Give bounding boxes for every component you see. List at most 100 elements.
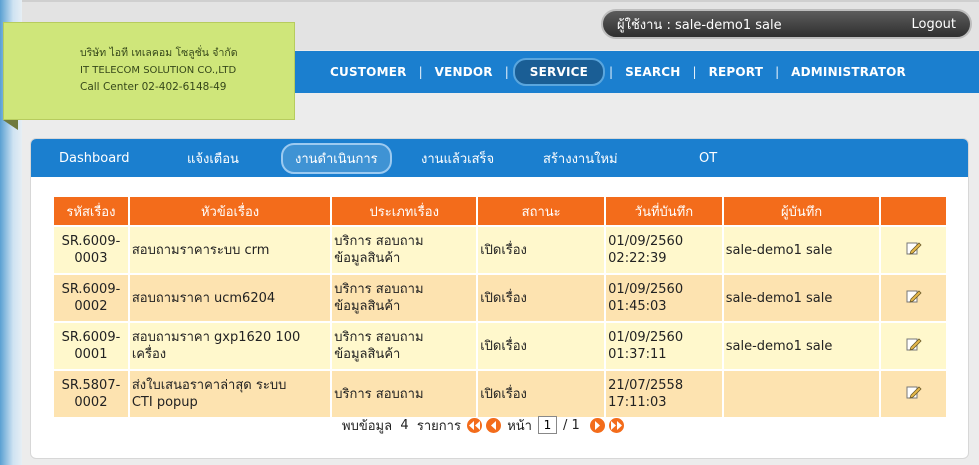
- cell-subject: ส่งใบเสนอราคาล่าสุด ระบบ CTI popup: [129, 371, 331, 417]
- col-header-subject[interactable]: หัวข้อเรื่อง: [129, 197, 331, 225]
- page-label: หน้า: [507, 418, 532, 434]
- tab-in-progress[interactable]: งานดำเนินการ: [281, 139, 392, 177]
- next-page-icon[interactable]: [590, 417, 606, 433]
- nav-item-administrator[interactable]: ADMINISTRATOR: [779, 65, 918, 79]
- cell-type: บริการ สอบถาม ข้อมูลสินค้า: [332, 275, 477, 321]
- col-header-recorder[interactable]: ผู้บันทึก: [723, 197, 880, 225]
- user-label: ผู้ใช้งาน : sale-demo1 sale: [617, 17, 782, 33]
- cell-recorder: sale-demo1 sale: [723, 227, 880, 273]
- tab-dashboard[interactable]: Dashboard: [59, 139, 130, 177]
- code-line: SR.6009-: [61, 234, 121, 249]
- code-line: SR.6009-: [61, 330, 121, 345]
- type-line: บริการ สอบถาม: [334, 234, 424, 249]
- time-line: 01:37:11: [608, 347, 667, 362]
- date-line: 01/09/2560: [608, 330, 684, 345]
- found-label: พบข้อมูล: [342, 418, 393, 434]
- code-line: 0002: [74, 395, 108, 410]
- user-bar: ผู้ใช้งาน : sale-demo1 sale Logout: [601, 9, 972, 39]
- subject-line: สอบถามราคา gxp1620 100: [131, 330, 301, 345]
- type-line: ข้อมูลสินค้า: [334, 251, 401, 266]
- logout-button[interactable]: Logout: [911, 17, 956, 32]
- cell-subject: สอบถามราคาระบบ crm: [129, 227, 331, 273]
- code-line: SR.5807-: [61, 378, 121, 393]
- tab-ot[interactable]: OT: [699, 139, 717, 177]
- time-line: 17:11:03: [608, 395, 667, 410]
- table-row: SR.6009- 0002 สอบถามราคา ucm6204 บริการ ส…: [54, 275, 946, 321]
- col-header-date[interactable]: วันที่บันทึก: [606, 197, 722, 225]
- cell-edit[interactable]: [881, 371, 946, 417]
- table-row: SR.6009- 0003 สอบถามราคาระบบ crm บริการ ส…: [54, 227, 946, 273]
- col-header-status[interactable]: สถานะ: [478, 197, 605, 225]
- service-panel: Dashboard แจ้งเตือน งานดำเนินการ งานแล้ว…: [30, 138, 969, 459]
- pagination: พบข้อมูล 4 รายการ หน้า / 1: [342, 415, 626, 435]
- cell-subject: สอบถามราคา ucm6204: [129, 275, 331, 321]
- cell-recorder: sale-demo1 sale: [723, 323, 880, 369]
- time-line: 02:22:39: [608, 251, 667, 266]
- cell-code: SR.6009- 0002: [54, 275, 128, 321]
- nav-item-search[interactable]: SEARCH: [613, 65, 692, 79]
- edit-icon[interactable]: [906, 385, 922, 399]
- cell-status: เปิดเรื่อง: [478, 275, 605, 321]
- table-row: SR.6009- 0001 สอบถามราคา gxp1620 100 เครื่…: [54, 323, 946, 369]
- col-header-type[interactable]: ประเภทเรื่อง: [332, 197, 477, 225]
- nav-item-service[interactable]: SERVICE: [512, 58, 606, 86]
- first-page-icon[interactable]: [467, 417, 483, 433]
- found-count: 4: [400, 417, 409, 433]
- prev-page-icon[interactable]: [486, 417, 502, 433]
- last-page-icon[interactable]: [609, 417, 625, 433]
- company-name-th: บริษัท ไอที เทเลคอม โซลูชั่น จำกัด: [80, 47, 238, 59]
- tab-label: แจ้งเตือน: [187, 151, 239, 167]
- cell-date: 01/09/2560 02:22:39: [606, 227, 722, 273]
- code-line: 0001: [74, 347, 108, 362]
- service-table: รหัสเรื่อง หัวข้อเรื่อง ประเภทเรื่อง สถา…: [52, 195, 948, 419]
- code-line: 0002: [74, 299, 108, 314]
- cell-date: 01/09/2560 01:37:11: [606, 323, 722, 369]
- table-row: SR.5807- 0002 ส่งใบเสนอราคาล่าสุด ระบบ CTI…: [54, 371, 946, 417]
- edit-icon[interactable]: [906, 337, 922, 351]
- tab-label: สร้างงานใหม่: [543, 151, 618, 167]
- tab-label: งานแล้วเสร็จ: [421, 151, 495, 167]
- tab-label: งานดำเนินการ: [281, 142, 392, 174]
- type-line: บริการ สอบถาม: [334, 330, 424, 345]
- nav-separator: |: [504, 65, 509, 79]
- col-header-code[interactable]: รหัสเรื่อง: [54, 197, 128, 225]
- page-number-input[interactable]: [537, 416, 557, 434]
- cell-edit[interactable]: [881, 227, 946, 273]
- sub-tab-bar: Dashboard แจ้งเตือน งานดำเนินการ งานแล้ว…: [31, 139, 968, 177]
- tab-label: Dashboard: [59, 150, 130, 166]
- tab-completed[interactable]: งานแล้วเสร็จ: [421, 139, 494, 177]
- edit-icon[interactable]: [906, 289, 922, 303]
- subject-line: เครื่อง: [131, 347, 167, 362]
- cell-type: บริการ สอบถาม: [332, 371, 477, 417]
- tab-notifications[interactable]: แจ้งเตือน: [187, 139, 239, 177]
- cell-edit[interactable]: [881, 323, 946, 369]
- code-line: SR.6009-: [61, 282, 121, 297]
- card-fold: [3, 120, 18, 130]
- nav-item-vendor[interactable]: VENDOR: [423, 65, 505, 79]
- main-nav-items: CUSTOMER | VENDOR | SERVICE | SEARCH | R…: [318, 51, 918, 93]
- code-line: 0003: [74, 251, 108, 266]
- type-line: บริการ สอบถาม: [334, 386, 424, 402]
- date-line: 01/09/2560: [608, 282, 684, 297]
- tab-create-new[interactable]: สร้างงานใหม่: [543, 139, 618, 177]
- cell-type: บริการ สอบถามข้อมูลสินค้า: [332, 323, 477, 369]
- cell-status: เปิดเรื่อง: [478, 227, 605, 273]
- cell-status: เปิดเรื่อง: [478, 371, 605, 417]
- type-line: ข้อมูลสินค้า: [334, 347, 401, 362]
- edit-icon[interactable]: [906, 241, 922, 255]
- type-line: ข้อมูลสินค้า: [334, 299, 401, 314]
- cell-code: SR.5807- 0002: [54, 371, 128, 417]
- date-line: 21/07/2558: [608, 378, 684, 393]
- total-pages: 1: [571, 417, 580, 433]
- nav-item-report[interactable]: REPORT: [697, 65, 776, 79]
- cell-recorder: [723, 371, 880, 417]
- found-unit: รายการ: [416, 418, 461, 434]
- nav-item-customer[interactable]: CUSTOMER: [318, 65, 419, 79]
- company-name-en: IT TELECOM SOLUTION CO.,LTD: [80, 65, 237, 76]
- company-card: บริษัท ไอที เทเลคอม โซลูชั่น จำกัด IT TE…: [3, 22, 295, 120]
- time-line: 01:45:03: [608, 299, 667, 314]
- cell-edit[interactable]: [881, 275, 946, 321]
- cell-status: เปิดเรื่อง: [478, 323, 605, 369]
- tab-label: OT: [699, 150, 718, 166]
- date-line: 01/09/2560: [608, 234, 684, 249]
